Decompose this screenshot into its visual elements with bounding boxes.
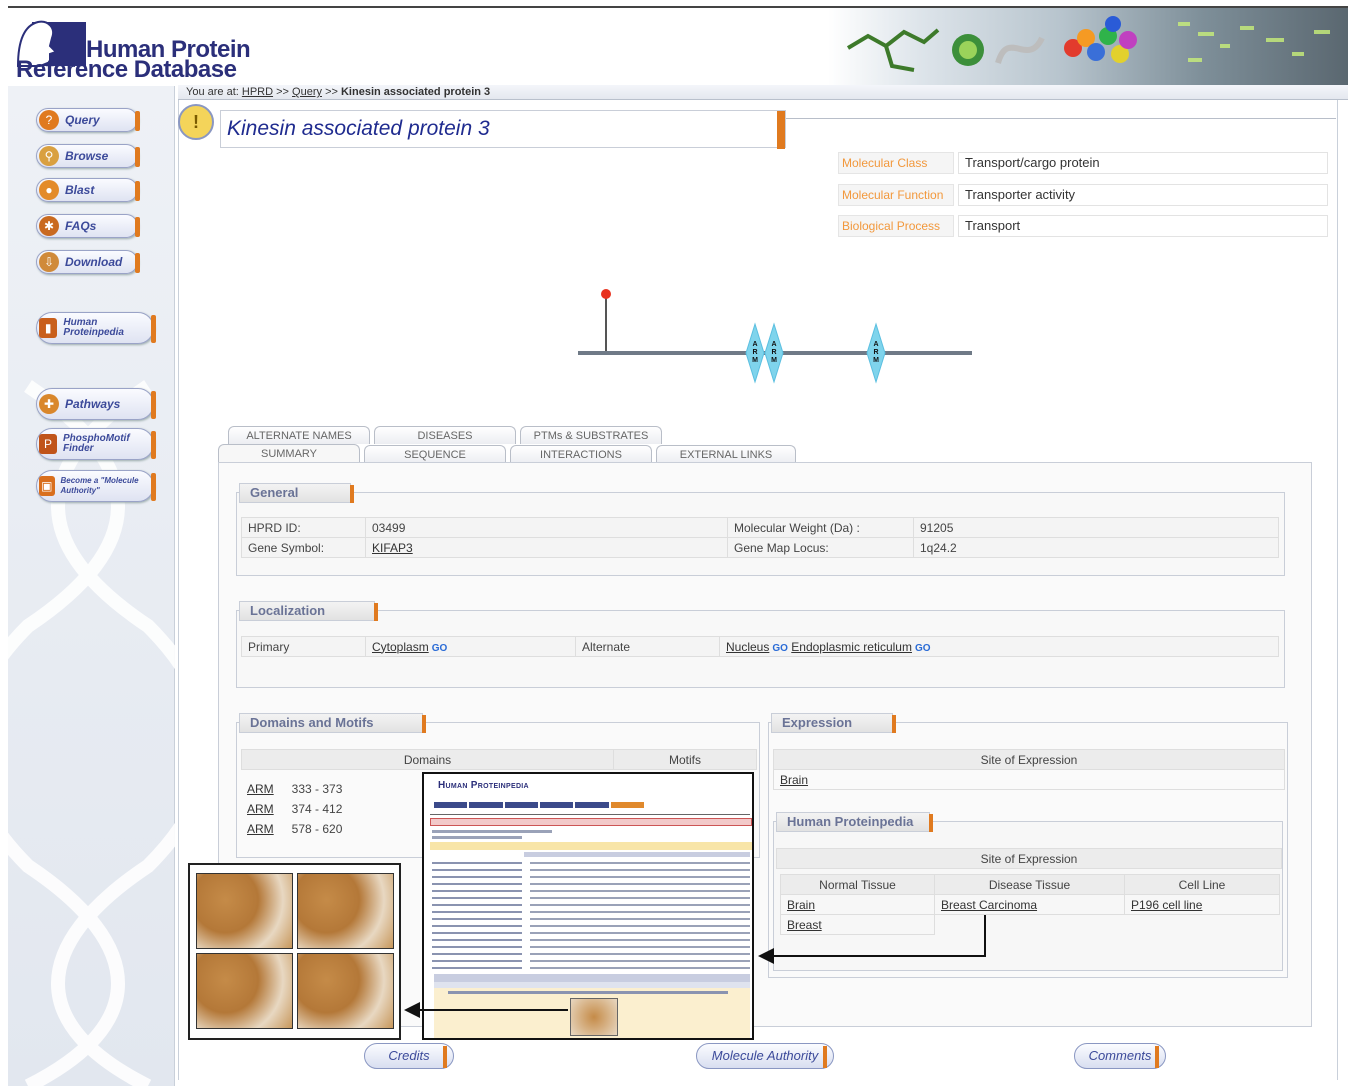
molecule-authority-label: Molecule Authority [711, 1048, 819, 1063]
comments-label: Comments [1088, 1048, 1152, 1063]
annotation-arrows [404, 915, 986, 1018]
credits-button[interactable]: Credits [364, 1043, 454, 1069]
molecule-authority-button[interactable]: Molecule Authority [696, 1043, 834, 1069]
comments-button[interactable]: Comments [1074, 1043, 1166, 1069]
credits-label: Credits [388, 1048, 430, 1063]
